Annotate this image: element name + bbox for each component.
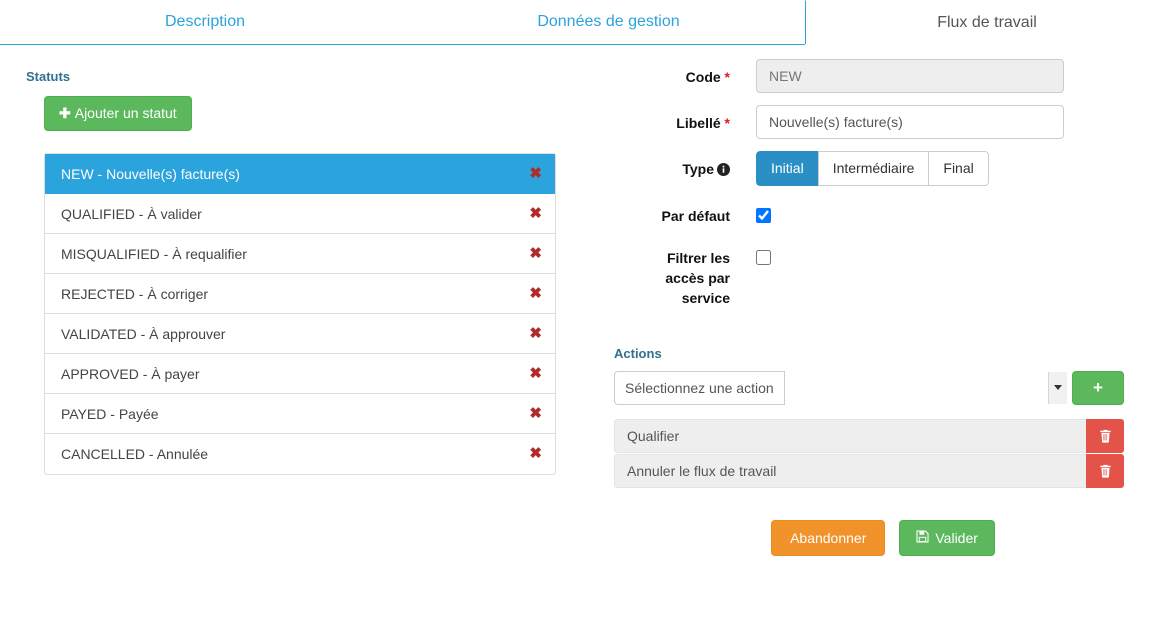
code-field-wrap [756, 59, 1140, 93]
type-field-wrap: Initial Intermédiaire Final [756, 151, 1140, 186]
status-item-label: PAYED - Payée [61, 405, 159, 422]
plus-icon: + [1093, 377, 1103, 397]
tab-description[interactable]: Description [0, 0, 410, 44]
status-item-label: QUALIFIED - À valider [61, 205, 202, 222]
libelle-label: Libellé * [600, 105, 730, 133]
action-picker: Sélectionnez une action + [614, 370, 1124, 405]
status-list-item[interactable]: REJECTED - À corriger ✖ [45, 274, 555, 314]
par-defaut-checkbox[interactable] [756, 207, 771, 223]
filtrer-acces-label-line2: accès par [665, 269, 730, 286]
chevron-down-icon [1048, 371, 1067, 404]
cancel-button[interactable]: Abandonner [771, 519, 886, 556]
add-status-button[interactable]: ✚ Ajouter un statut [44, 96, 192, 131]
filtrer-acces-label-line1: Filtrer les [666, 249, 730, 266]
code-label-text: Code [685, 69, 721, 85]
save-button-label: Valider [935, 529, 978, 546]
close-x-icon[interactable]: ✖ [529, 354, 542, 393]
status-list-item[interactable]: QUALIFIED - À valider ✖ [45, 194, 555, 234]
trash-icon[interactable] [1086, 418, 1124, 453]
status-item-label: CANCELLED - Annulée [61, 445, 209, 462]
action-select[interactable]: Sélectionnez une action [614, 370, 785, 405]
tab-flux-de-travail[interactable]: Flux de travail [805, 0, 1168, 44]
actions-panel: Actions Sélectionnez une action + Qualif… [614, 346, 1140, 556]
status-list-item[interactable]: NEW - Nouvelle(s) facture(s) ✖ [45, 153, 555, 194]
save-button[interactable]: Valider [899, 519, 995, 556]
info-circle-icon[interactable] [717, 161, 730, 181]
code-label: Code * [600, 59, 730, 87]
trash-icon[interactable] [1086, 453, 1124, 488]
close-x-icon[interactable]: ✖ [529, 274, 542, 313]
status-list-item[interactable]: APPROVED - À payer ✖ [45, 354, 555, 394]
required-marker: * [724, 115, 730, 131]
actions-heading: Actions [614, 345, 662, 361]
add-status-button-label: Ajouter un statut [74, 105, 177, 121]
tab-donnees-de-gestion-label: Données de gestion [537, 13, 680, 30]
statuses-heading: Statuts [26, 69, 71, 84]
par-defaut-label: Par défaut [661, 207, 730, 224]
libelle-field-wrap [756, 105, 1140, 139]
filtrer-acces-label-line3: service [681, 289, 730, 306]
action-list-item: Annuler le flux de travail [614, 453, 1124, 488]
status-list: NEW - Nouvelle(s) facture(s) ✖ QUALIFIED… [44, 152, 556, 475]
form-footer-buttons: Abandonner Valider [628, 519, 1138, 556]
type-option-initial[interactable]: Initial [756, 151, 818, 186]
status-list-item[interactable]: MISQUALIFIED - À requalifier ✖ [45, 234, 555, 274]
action-select-shell: Sélectionnez une action [614, 370, 1068, 405]
status-list-item[interactable]: VALIDATED - À approuver ✖ [45, 314, 555, 354]
libelle-label-text: Libellé [676, 115, 721, 131]
tab-bar: Description Données de gestion Flux de t… [0, 0, 1168, 45]
status-item-label: VALIDATED - À approuver [61, 325, 226, 342]
action-list: Qualifier Annuler le flux de travail [614, 418, 1124, 488]
statuses-panel: Statuts ✚ Ajouter un statut NEW - Nouvell… [26, 69, 566, 475]
form-row-par-defaut: Par défaut [600, 198, 1140, 232]
form-row-libelle: Libellé * [600, 105, 1140, 139]
required-marker: * [724, 69, 730, 85]
type-button-group: Initial Intermédiaire Final [756, 151, 989, 186]
form-row-code: Code * [600, 59, 1140, 93]
type-option-intermediaire[interactable]: Intermédiaire [817, 151, 929, 186]
close-x-icon[interactable]: ✖ [529, 234, 542, 273]
filtrer-acces-checkbox[interactable] [756, 249, 771, 265]
form-row-type: Type Initial Intermédiaire Final [600, 151, 1140, 186]
action-list-item: Qualifier [614, 418, 1124, 453]
status-item-label: NEW - Nouvelle(s) facture(s) [61, 165, 240, 182]
status-list-item[interactable]: PAYED - Payée ✖ [45, 394, 555, 434]
close-x-icon[interactable]: ✖ [529, 314, 542, 353]
type-option-final[interactable]: Final [928, 151, 989, 186]
type-label-text: Type [682, 161, 714, 177]
tab-bar-underline [0, 44, 805, 45]
filtrer-acces-field-wrap [756, 244, 1140, 265]
action-item-label: Qualifier [614, 418, 1086, 453]
close-x-icon[interactable]: ✖ [529, 154, 542, 193]
plus-icon: ✚ [59, 105, 71, 121]
type-label: Type [600, 151, 730, 181]
status-item-label: APPROVED - À payer [61, 365, 200, 382]
status-item-label: REJECTED - À corriger [61, 285, 209, 302]
status-list-item[interactable]: CANCELLED - Annulée ✖ [45, 434, 555, 474]
par-defaut-field-wrap [756, 198, 1140, 223]
status-item-label: MISQUALIFIED - À requalifier [61, 245, 247, 262]
close-x-icon[interactable]: ✖ [529, 394, 542, 433]
form-row-filtrer-acces: Filtrer les accès par service [600, 244, 1140, 306]
save-floppy-icon [916, 530, 929, 546]
tab-donnees-de-gestion[interactable]: Données de gestion [412, 0, 805, 44]
action-item-label: Annuler le flux de travail [614, 453, 1086, 488]
close-x-icon[interactable]: ✖ [529, 434, 542, 474]
add-action-button[interactable]: + [1072, 370, 1124, 405]
status-detail-form: Code * Libellé * Type Initial [600, 59, 1140, 556]
tab-description-label: Description [164, 13, 246, 30]
libelle-input[interactable] [756, 105, 1064, 139]
close-x-icon[interactable]: ✖ [529, 194, 542, 233]
filtrer-acces-label: Filtrer les accès par service [600, 244, 730, 308]
tab-flux-de-travail-label: Flux de travail [937, 14, 1037, 31]
code-input[interactable] [756, 59, 1064, 93]
